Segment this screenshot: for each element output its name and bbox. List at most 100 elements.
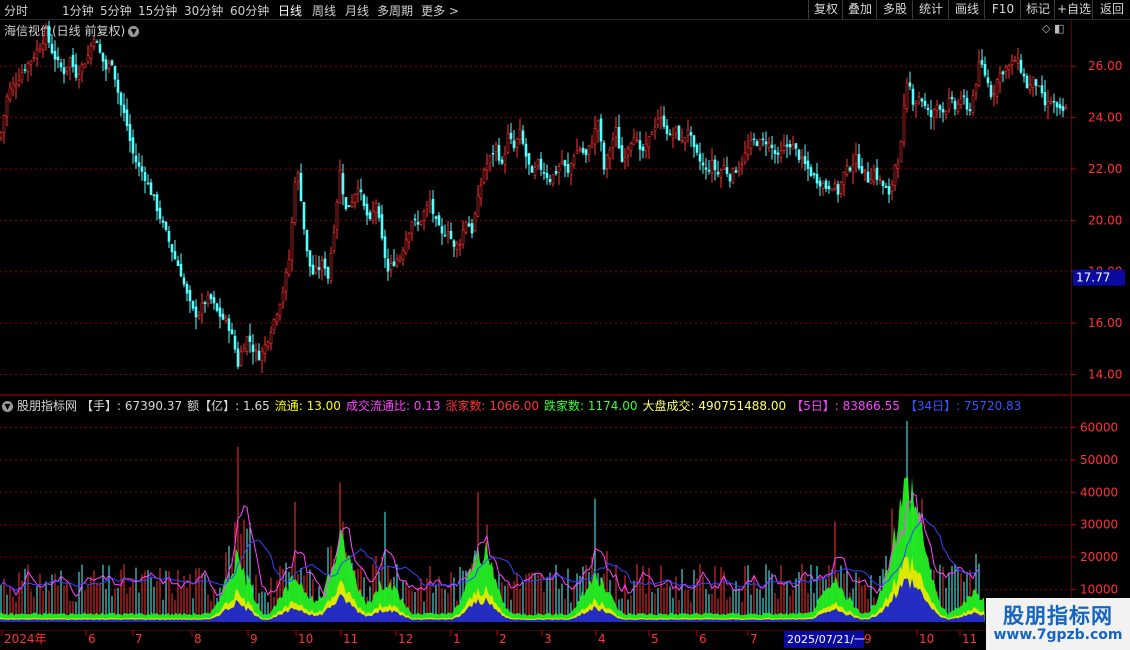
candle-body: [1037, 85, 1041, 87]
period-tab-9[interactable]: 多周期: [377, 2, 413, 19]
candle-body: [692, 135, 696, 147]
candle-body: [806, 160, 810, 169]
toolbar-button-6[interactable]: 标记: [1020, 0, 1055, 19]
candle-body: [467, 223, 471, 227]
candle-body: [842, 171, 846, 186]
toolbar-button-7[interactable]: +自选: [1054, 0, 1093, 19]
period-tab-3[interactable]: 15分钟: [138, 2, 177, 19]
candle-body: [719, 170, 723, 178]
candle-body: [263, 344, 267, 354]
candle-body: [593, 128, 597, 145]
price-chart[interactable]: 26.0024.0022.0020.0018.0016.0014.0017.77: [0, 20, 1130, 395]
candle-body: [89, 45, 93, 59]
date-axis: 2024年 6 7 8 9 10 11 12 1 2 3 4 5 6 7 9 10 112025/07/21/一: [0, 630, 1071, 648]
candle-body: [284, 272, 288, 292]
candle-body: [479, 184, 483, 199]
candle-body: [776, 152, 780, 155]
candle-body: [992, 93, 996, 95]
candle-body: [389, 263, 393, 270]
candle-body: [614, 126, 618, 138]
candle-body: [44, 28, 48, 45]
candle-body: [605, 154, 609, 169]
candle-body: [11, 83, 15, 91]
candle-body: [416, 221, 420, 225]
period-tab-2[interactable]: 5分钟: [100, 2, 132, 19]
candle-body: [674, 126, 678, 134]
candle-body: [815, 173, 819, 184]
candle-body: [1007, 65, 1011, 70]
toolbar-button-0[interactable]: 复权: [808, 0, 843, 19]
candle-body: [428, 201, 432, 205]
candle-body: [431, 198, 435, 214]
candle-body: [56, 56, 60, 61]
candle-body: [1064, 107, 1068, 110]
candle-body: [152, 194, 156, 196]
toolbar-button-5[interactable]: F10: [984, 0, 1021, 19]
toolbar-button-3[interactable]: 统计: [912, 0, 949, 19]
candle-body: [74, 64, 78, 78]
candle-body: [809, 167, 813, 176]
candle-body: [953, 100, 957, 110]
candle-body: [248, 335, 252, 342]
candle-body: [503, 153, 507, 165]
candle-body: [377, 206, 381, 218]
candle-body: [8, 87, 12, 100]
candle-body: [422, 211, 426, 221]
candle-body: [932, 109, 936, 118]
candle-body: [320, 260, 324, 271]
candle-body: [20, 72, 24, 81]
candle-body: [425, 205, 429, 210]
volume-chart[interactable]: 60000 50000 40000 30000 20000 10000: [0, 396, 1130, 631]
candle-body: [47, 26, 51, 43]
candle-body: [200, 302, 204, 315]
period-tab-7[interactable]: 周线: [312, 2, 336, 19]
candle-body: [131, 137, 135, 154]
toolbar-button-2[interactable]: 多股: [876, 0, 913, 19]
toolbar-button-4[interactable]: 画线: [948, 0, 985, 19]
candle-body: [701, 162, 705, 166]
candle-body: [731, 168, 735, 183]
candle-body: [176, 260, 180, 267]
period-tab-8[interactable]: 月线: [345, 2, 369, 19]
candle-body: [824, 180, 828, 189]
candle-body: [983, 63, 987, 76]
period-tab-4[interactable]: 30分钟: [184, 2, 223, 19]
candle-body: [728, 174, 732, 182]
toolbar-button-1[interactable]: 叠加: [842, 0, 877, 19]
candle-body: [650, 132, 654, 135]
candle-body: [623, 157, 627, 162]
candle-body: [401, 250, 405, 260]
candle-body: [848, 167, 852, 171]
period-tab-10[interactable]: 更多 >: [421, 2, 459, 19]
candle-body: [635, 139, 639, 142]
candle-body: [128, 124, 132, 142]
candle-body: [497, 144, 501, 161]
candle-body: [794, 143, 798, 149]
period-tab-0[interactable]: 分时: [4, 2, 28, 19]
candle-body: [887, 186, 891, 195]
candle-body: [881, 180, 885, 187]
candle-body: [215, 303, 219, 311]
candle-body: [542, 172, 546, 174]
period-tab-6[interactable]: 日线: [278, 2, 302, 19]
candle-body: [302, 201, 306, 230]
candle-body: [410, 221, 414, 234]
candle-body: [767, 142, 771, 148]
candle-body: [314, 266, 318, 273]
period-tab-1[interactable]: 1分钟: [62, 2, 94, 19]
candle-body: [296, 172, 300, 182]
candle-body: [755, 141, 759, 147]
candle-body: [272, 319, 276, 331]
candle-body: [671, 134, 675, 139]
candle-body: [308, 250, 312, 267]
candle-body: [101, 52, 105, 62]
candle-body: [1004, 66, 1008, 72]
candle-body: [722, 165, 726, 170]
candle-body: [1013, 60, 1017, 62]
period-tab-5[interactable]: 60分钟: [230, 2, 269, 19]
candle-body: [71, 55, 75, 67]
candle-body: [962, 95, 966, 98]
candle-body: [368, 212, 372, 220]
candle-body: [1010, 60, 1014, 66]
toolbar-button-8[interactable]: 返回: [1092, 0, 1130, 19]
